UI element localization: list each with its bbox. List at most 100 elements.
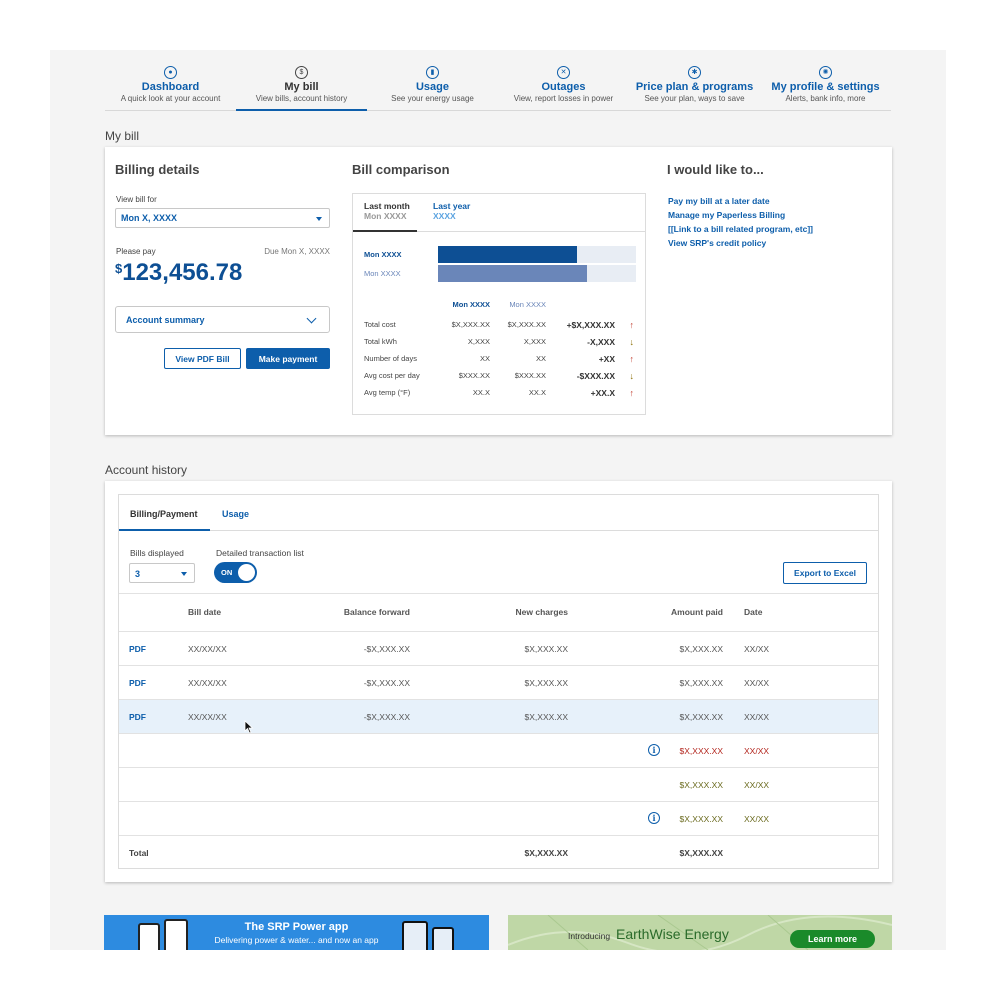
main-nav: ● Dashboard A quick look at your account… [105, 66, 891, 111]
new-charges-cell: $X,XXX.XX [524, 644, 568, 654]
balance-forward-cell: -$X,XXX.XX [363, 644, 410, 654]
caret-down-icon [181, 572, 187, 576]
bill-comparison-heading: Bill comparison [352, 162, 450, 177]
comparison-row: Total kWh X,XXX X,XXX -X,XXX ↓ [364, 337, 637, 354]
balance-forward-cell: -$X,XXX.XX [363, 712, 410, 722]
pdf-link[interactable]: PDF [129, 712, 146, 722]
row-label: Avg cost per day [364, 371, 420, 380]
paperless-billing-link[interactable]: Manage my Paperless Billing [668, 210, 785, 220]
amount-paid-cell: $X,XXX.XX [679, 780, 723, 790]
section-title-my-bill: My bill [105, 129, 140, 143]
nav-profile[interactable]: ✺ My profile & settings Alerts, bank inf… [760, 66, 891, 110]
comparison-row: Total cost $X,XXX.XX $X,XXX.XX +$X,XXX.X… [364, 320, 637, 337]
amount-value: 123,456.78 [122, 259, 243, 286]
export-to-excel-button[interactable]: Export to Excel [783, 562, 867, 584]
table-top-divider [119, 593, 878, 594]
nav-subtitle: View, report losses in power [513, 94, 614, 103]
value-difference: -X,XXX [587, 337, 615, 347]
nav-subtitle: Alerts, bank info, more [785, 94, 866, 103]
phone-image [432, 927, 454, 950]
detailed-list-toggle[interactable]: ON [214, 562, 257, 583]
account-summary-dropdown[interactable]: Account summary [115, 306, 330, 333]
nav-my-bill[interactable]: $ My bill View bills, account history [236, 66, 367, 111]
transaction-row: i $X,XXX.XX XX/XX [119, 801, 878, 835]
row-label: Total cost [364, 320, 396, 329]
row-label: Total kWh [364, 337, 397, 346]
tab-title: Last month [364, 201, 410, 211]
value-current: X,XXX [467, 337, 490, 346]
row-label: Number of days [364, 354, 417, 363]
nav-outages[interactable]: ✕ Outages View, report losses in power [498, 66, 629, 110]
tab-billing-payment[interactable]: Billing/Payment [130, 509, 198, 519]
amount-paid-cell: $X,XXX.XX [679, 644, 723, 654]
nav-subtitle: See your energy usage [391, 94, 474, 103]
value-difference: +XX.X [590, 388, 615, 398]
section-title-account-history: Account history [105, 463, 188, 477]
view-bill-for-select[interactable]: Mon X, XXXX [115, 208, 330, 228]
value-difference: -$XXX.XX [576, 371, 615, 381]
make-payment-button[interactable]: Make payment [246, 348, 330, 369]
learn-more-button[interactable]: Learn more [790, 930, 875, 948]
total-label: Total [129, 848, 149, 858]
billing-details-heading: Billing details [115, 162, 200, 177]
date-cell: XX/XX [744, 678, 770, 688]
earthwise-banner[interactable]: Introducing EarthWise Energy Learn more [508, 915, 892, 950]
earth-banner-intro: Introducing [568, 931, 611, 941]
page: ● Dashboard A quick look at your account… [50, 50, 946, 950]
chart-icon: ▮ [426, 66, 439, 79]
nav-title: Usage [415, 81, 450, 93]
my-bill-card: Billing details View bill for Mon X, XXX… [105, 147, 892, 435]
tab-last-year[interactable]: Last year XXXX [433, 201, 470, 238]
bills-displayed-select[interactable]: 3 [129, 563, 195, 583]
comparison-row: Avg temp (°F) XX.X XX.X +XX.X ↑ [364, 388, 637, 405]
bar-fill-previous [438, 265, 587, 282]
credit-policy-link[interactable]: View SRP's credit policy [668, 238, 766, 248]
chevron-down-icon [306, 313, 317, 324]
table-row-highlighted[interactable]: PDF XX/XX/XX -$X,XXX.XX $X,XXX.XX $X,XXX… [119, 699, 878, 734]
bar-label: Mon XXXX [364, 269, 401, 278]
comparison-table: Mon XXXX Mon XXXX Total cost $X,XXX.XX $… [364, 300, 637, 405]
column-header-date: Date [744, 607, 763, 617]
nav-price-plan[interactable]: ✱ Price plan & programs See your plan, w… [629, 66, 760, 110]
please-pay-label: Please pay [116, 247, 156, 256]
bill-program-link[interactable]: [[Link to a bill related program, etc]] [668, 224, 813, 234]
nav-title: Outages [541, 81, 586, 93]
select-value: 3 [135, 569, 141, 579]
nav-title: Price plan & programs [635, 81, 754, 93]
column-header-bill-date: Bill date [188, 607, 222, 617]
row-label: Avg temp (°F) [364, 388, 411, 397]
amount-paid-cell: $X,XXX.XX [679, 814, 723, 824]
table-row: PDF XX/XX/XX -$X,XXX.XX $X,XXX.XX $X,XXX… [119, 631, 878, 665]
caret-down-icon [316, 217, 322, 221]
tab-usage[interactable]: Usage [222, 509, 249, 519]
detailed-list-label: Detailed transaction list [216, 548, 304, 558]
pdf-link[interactable]: PDF [129, 644, 146, 654]
account-history-panel: Billing/Payment Usage Bills displayed 3 … [118, 494, 879, 869]
nav-usage[interactable]: ▮ Usage See your energy usage [367, 66, 498, 110]
due-date-label: Due Mon X, XXXX [264, 247, 330, 256]
column-header-new-charges: New charges [515, 607, 568, 617]
column-header-balance-forward: Balance forward [343, 607, 410, 617]
srp-app-banner[interactable]: The SRP Power app Delivering power & wat… [104, 915, 489, 950]
date-cell: XX/XX [744, 712, 770, 722]
mouse-cursor-icon [244, 720, 254, 734]
value-current: $X,XXX.XX [451, 320, 490, 329]
value-previous: XX [535, 354, 546, 363]
view-pdf-bill-button[interactable]: View PDF Bill [164, 348, 241, 369]
value-difference: +$X,XXX.XX [566, 320, 615, 330]
date-cell: XX/XX [744, 814, 770, 824]
nav-dashboard[interactable]: ● Dashboard A quick look at your account [105, 66, 236, 110]
new-charges-cell: $X,XXX.XX [524, 712, 568, 722]
value-current: $XXX.XX [458, 371, 490, 380]
bar-track [438, 246, 636, 263]
nav-title: My profile & settings [771, 81, 880, 93]
table-row: PDF XX/XX/XX -$X,XXX.XX $X,XXX.XX $X,XXX… [119, 665, 878, 699]
pay-later-link[interactable]: Pay my bill at a later date [668, 196, 770, 206]
amount-paid-cell: $X,XXX.XX [679, 712, 723, 722]
pdf-link[interactable]: PDF [129, 678, 146, 688]
phone-image [402, 921, 428, 950]
bills-displayed-label: Bills displayed [130, 548, 184, 558]
tab-last-month[interactable]: Last month Mon XXXX [364, 201, 410, 238]
nav-title: Dashboard [141, 81, 200, 93]
account-history-card: Billing/Payment Usage Bills displayed 3 … [105, 481, 892, 882]
